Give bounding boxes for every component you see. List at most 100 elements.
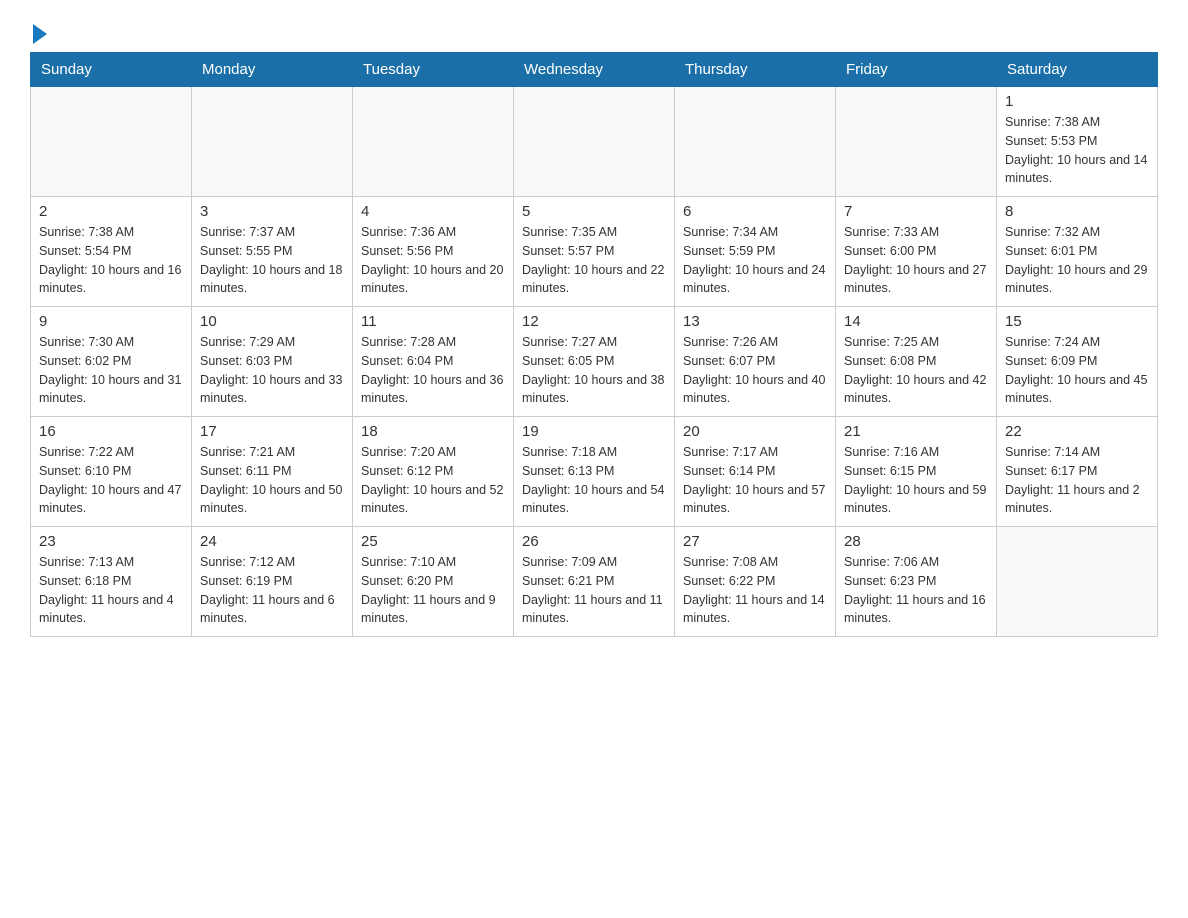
header-friday: Friday bbox=[836, 53, 997, 87]
day-cell: 5 Sunrise: 7:35 AMSunset: 5:57 PMDaylight… bbox=[514, 197, 675, 307]
day-cell: 2 Sunrise: 7:38 AMSunset: 5:54 PMDaylight… bbox=[31, 197, 192, 307]
day-number: 27 bbox=[683, 533, 827, 550]
day-number: 25 bbox=[361, 533, 505, 550]
week-row-2: 2 Sunrise: 7:38 AMSunset: 5:54 PMDaylight… bbox=[31, 197, 1158, 307]
day-number: 18 bbox=[361, 423, 505, 440]
day-cell: 12Sunrise: 7:27 AMSunset: 6:05 PMDayligh… bbox=[514, 307, 675, 417]
day-info: Sunrise: 7:28 AMSunset: 6:04 PMDaylight:… bbox=[361, 333, 505, 408]
header-thursday: Thursday bbox=[675, 53, 836, 87]
day-number: 6 bbox=[683, 203, 827, 220]
day-cell: 10Sunrise: 7:29 AMSunset: 6:03 PMDayligh… bbox=[192, 307, 353, 417]
day-number: 4 bbox=[361, 203, 505, 220]
day-cell bbox=[675, 87, 836, 197]
day-cell bbox=[31, 87, 192, 197]
day-cell: 24 Sunrise: 7:12 AMSunset: 6:19 PMDayligh… bbox=[192, 527, 353, 637]
day-info: Sunrise: 7:12 AMSunset: 6:19 PMDaylight:… bbox=[200, 553, 344, 628]
day-info: Sunrise: 7:29 AMSunset: 6:03 PMDaylight:… bbox=[200, 333, 344, 408]
header-monday: Monday bbox=[192, 53, 353, 87]
day-info: Sunrise: 7:20 AMSunset: 6:12 PMDaylight:… bbox=[361, 443, 505, 518]
logo bbox=[30, 20, 47, 42]
day-cell: 7 Sunrise: 7:33 AMSunset: 6:00 PMDaylight… bbox=[836, 197, 997, 307]
day-cell: 16 Sunrise: 7:22 AMSunset: 6:10 PMDayligh… bbox=[31, 417, 192, 527]
day-number: 17 bbox=[200, 423, 344, 440]
day-number: 21 bbox=[844, 423, 988, 440]
week-row-3: 9 Sunrise: 7:30 AMSunset: 6:02 PMDaylight… bbox=[31, 307, 1158, 417]
day-number: 12 bbox=[522, 313, 666, 330]
day-cell bbox=[192, 87, 353, 197]
day-number: 5 bbox=[522, 203, 666, 220]
day-cell: 17 Sunrise: 7:21 AMSunset: 6:11 PMDayligh… bbox=[192, 417, 353, 527]
header-tuesday: Tuesday bbox=[353, 53, 514, 87]
day-number: 23 bbox=[39, 533, 183, 550]
day-number: 14 bbox=[844, 313, 988, 330]
day-number: 26 bbox=[522, 533, 666, 550]
day-info: Sunrise: 7:21 AMSunset: 6:11 PMDaylight:… bbox=[200, 443, 344, 518]
day-cell: 9 Sunrise: 7:30 AMSunset: 6:02 PMDaylight… bbox=[31, 307, 192, 417]
day-cell: 13 Sunrise: 7:26 AMSunset: 6:07 PMDayligh… bbox=[675, 307, 836, 417]
day-cell: 20 Sunrise: 7:17 AMSunset: 6:14 PMDayligh… bbox=[675, 417, 836, 527]
day-info: Sunrise: 7:08 AMSunset: 6:22 PMDaylight:… bbox=[683, 553, 827, 628]
day-cell: 25 Sunrise: 7:10 AMSunset: 6:20 PMDayligh… bbox=[353, 527, 514, 637]
day-cell bbox=[514, 87, 675, 197]
day-number: 1 bbox=[1005, 93, 1149, 110]
header-sunday: Sunday bbox=[31, 53, 192, 87]
header-saturday: Saturday bbox=[997, 53, 1158, 87]
day-number: 19 bbox=[522, 423, 666, 440]
day-cell bbox=[997, 527, 1158, 637]
week-row-1: 1 Sunrise: 7:38 AMSunset: 5:53 PMDaylight… bbox=[31, 87, 1158, 197]
day-cell: 21 Sunrise: 7:16 AMSunset: 6:15 PMDayligh… bbox=[836, 417, 997, 527]
day-cell: 3 Sunrise: 7:37 AMSunset: 5:55 PMDaylight… bbox=[192, 197, 353, 307]
day-info: Sunrise: 7:18 AMSunset: 6:13 PMDaylight:… bbox=[522, 443, 666, 518]
day-number: 9 bbox=[39, 313, 183, 330]
day-cell: 27 Sunrise: 7:08 AMSunset: 6:22 PMDayligh… bbox=[675, 527, 836, 637]
day-info: Sunrise: 7:17 AMSunset: 6:14 PMDaylight:… bbox=[683, 443, 827, 518]
day-cell: 11 Sunrise: 7:28 AMSunset: 6:04 PMDayligh… bbox=[353, 307, 514, 417]
day-number: 13 bbox=[683, 313, 827, 330]
day-info: Sunrise: 7:34 AMSunset: 5:59 PMDaylight:… bbox=[683, 223, 827, 298]
day-info: Sunrise: 7:22 AMSunset: 6:10 PMDaylight:… bbox=[39, 443, 183, 518]
logo-arrow-icon bbox=[33, 24, 47, 44]
day-info: Sunrise: 7:36 AMSunset: 5:56 PMDaylight:… bbox=[361, 223, 505, 298]
day-number: 22 bbox=[1005, 423, 1149, 440]
day-info: Sunrise: 7:25 AMSunset: 6:08 PMDaylight:… bbox=[844, 333, 988, 408]
day-cell: 23 Sunrise: 7:13 AMSunset: 6:18 PMDayligh… bbox=[31, 527, 192, 637]
day-cell bbox=[836, 87, 997, 197]
calendar-table: SundayMondayTuesdayWednesdayThursdayFrid… bbox=[30, 52, 1158, 637]
day-cell: 26 Sunrise: 7:09 AMSunset: 6:21 PMDayligh… bbox=[514, 527, 675, 637]
day-cell bbox=[353, 87, 514, 197]
day-info: Sunrise: 7:37 AMSunset: 5:55 PMDaylight:… bbox=[200, 223, 344, 298]
day-info: Sunrise: 7:09 AMSunset: 6:21 PMDaylight:… bbox=[522, 553, 666, 628]
day-number: 2 bbox=[39, 203, 183, 220]
day-info: Sunrise: 7:10 AMSunset: 6:20 PMDaylight:… bbox=[361, 553, 505, 628]
day-number: 7 bbox=[844, 203, 988, 220]
day-cell: 15 Sunrise: 7:24 AMSunset: 6:09 PMDayligh… bbox=[997, 307, 1158, 417]
day-number: 20 bbox=[683, 423, 827, 440]
day-info: Sunrise: 7:14 AMSunset: 6:17 PMDaylight:… bbox=[1005, 443, 1149, 518]
calendar-header-row: SundayMondayTuesdayWednesdayThursdayFrid… bbox=[31, 53, 1158, 87]
day-info: Sunrise: 7:35 AMSunset: 5:57 PMDaylight:… bbox=[522, 223, 666, 298]
day-number: 8 bbox=[1005, 203, 1149, 220]
day-info: Sunrise: 7:38 AMSunset: 5:53 PMDaylight:… bbox=[1005, 113, 1149, 188]
day-number: 15 bbox=[1005, 313, 1149, 330]
day-cell: 28Sunrise: 7:06 AMSunset: 6:23 PMDayligh… bbox=[836, 527, 997, 637]
day-info: Sunrise: 7:26 AMSunset: 6:07 PMDaylight:… bbox=[683, 333, 827, 408]
day-cell: 1 Sunrise: 7:38 AMSunset: 5:53 PMDaylight… bbox=[997, 87, 1158, 197]
day-info: Sunrise: 7:13 AMSunset: 6:18 PMDaylight:… bbox=[39, 553, 183, 628]
day-info: Sunrise: 7:16 AMSunset: 6:15 PMDaylight:… bbox=[844, 443, 988, 518]
day-info: Sunrise: 7:06 AMSunset: 6:23 PMDaylight:… bbox=[844, 553, 988, 628]
day-number: 16 bbox=[39, 423, 183, 440]
day-number: 11 bbox=[361, 313, 505, 330]
day-cell: 6 Sunrise: 7:34 AMSunset: 5:59 PMDaylight… bbox=[675, 197, 836, 307]
day-number: 24 bbox=[200, 533, 344, 550]
day-number: 3 bbox=[200, 203, 344, 220]
day-info: Sunrise: 7:33 AMSunset: 6:00 PMDaylight:… bbox=[844, 223, 988, 298]
week-row-5: 23 Sunrise: 7:13 AMSunset: 6:18 PMDayligh… bbox=[31, 527, 1158, 637]
day-cell: 4 Sunrise: 7:36 AMSunset: 5:56 PMDaylight… bbox=[353, 197, 514, 307]
day-info: Sunrise: 7:38 AMSunset: 5:54 PMDaylight:… bbox=[39, 223, 183, 298]
day-cell: 19 Sunrise: 7:18 AMSunset: 6:13 PMDayligh… bbox=[514, 417, 675, 527]
day-cell: 8Sunrise: 7:32 AMSunset: 6:01 PMDaylight… bbox=[997, 197, 1158, 307]
day-info: Sunrise: 7:24 AMSunset: 6:09 PMDaylight:… bbox=[1005, 333, 1149, 408]
day-info: Sunrise: 7:30 AMSunset: 6:02 PMDaylight:… bbox=[39, 333, 183, 408]
day-cell: 18 Sunrise: 7:20 AMSunset: 6:12 PMDayligh… bbox=[353, 417, 514, 527]
day-cell: 14 Sunrise: 7:25 AMSunset: 6:08 PMDayligh… bbox=[836, 307, 997, 417]
